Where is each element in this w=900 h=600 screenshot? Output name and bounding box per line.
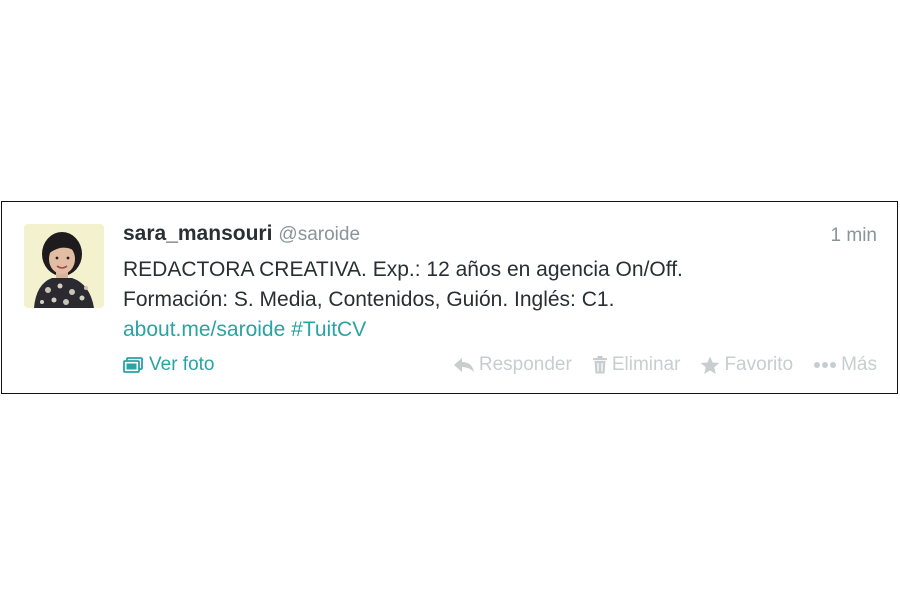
reply-label: Responder: [478, 354, 572, 375]
profile-link[interactable]: about.me/saroide: [123, 318, 285, 341]
avatar[interactable]: [24, 224, 104, 308]
reply-icon: [453, 358, 474, 372]
tweet-text-line: REDACTORA CREATIVA. Exp.: 12 años en age…: [123, 258, 683, 281]
avatar-photo: [24, 224, 104, 308]
photo-icon: [123, 357, 143, 373]
more-label: Más: [841, 354, 877, 375]
hashtag-link[interactable]: #TuitCV: [291, 318, 366, 341]
delete-button[interactable]: Eliminar: [592, 354, 681, 376]
tweet-text: REDACTORA CREATIVA. Exp.: 12 años en age…: [123, 255, 863, 345]
favorite-button[interactable]: Favorito: [700, 354, 793, 376]
tweet-card[interactable]: sara_mansouri @saroide 1 min REDACTORA CR…: [1, 201, 898, 394]
tweet-header: sara_mansouri @saroide: [123, 222, 360, 246]
more-button[interactable]: Más: [813, 354, 877, 376]
reply-button[interactable]: Responder: [453, 354, 572, 376]
action-group: Responder Eliminar Favorito Más: [453, 354, 877, 376]
tweet-links-line: about.me/saroide #TuitCV: [123, 315, 863, 345]
timestamp[interactable]: 1 min: [831, 225, 877, 247]
trash-icon: [592, 356, 607, 374]
more-dots-icon: [814, 362, 837, 368]
tweet-text-line: Formación: S. Media, Contenidos, Guión. …: [123, 288, 615, 311]
tweet-actions: Ver foto Responder Eliminar Favorito Más: [123, 354, 877, 378]
favorite-label: Favorito: [724, 354, 794, 375]
delete-label: Eliminar: [611, 354, 681, 375]
user-handle[interactable]: @saroide: [278, 224, 360, 245]
view-photo-label: Ver foto: [149, 354, 215, 375]
star-icon: [701, 356, 720, 374]
display-name[interactable]: sara_mansouri: [123, 222, 272, 245]
view-photo-button[interactable]: Ver foto: [123, 354, 215, 376]
